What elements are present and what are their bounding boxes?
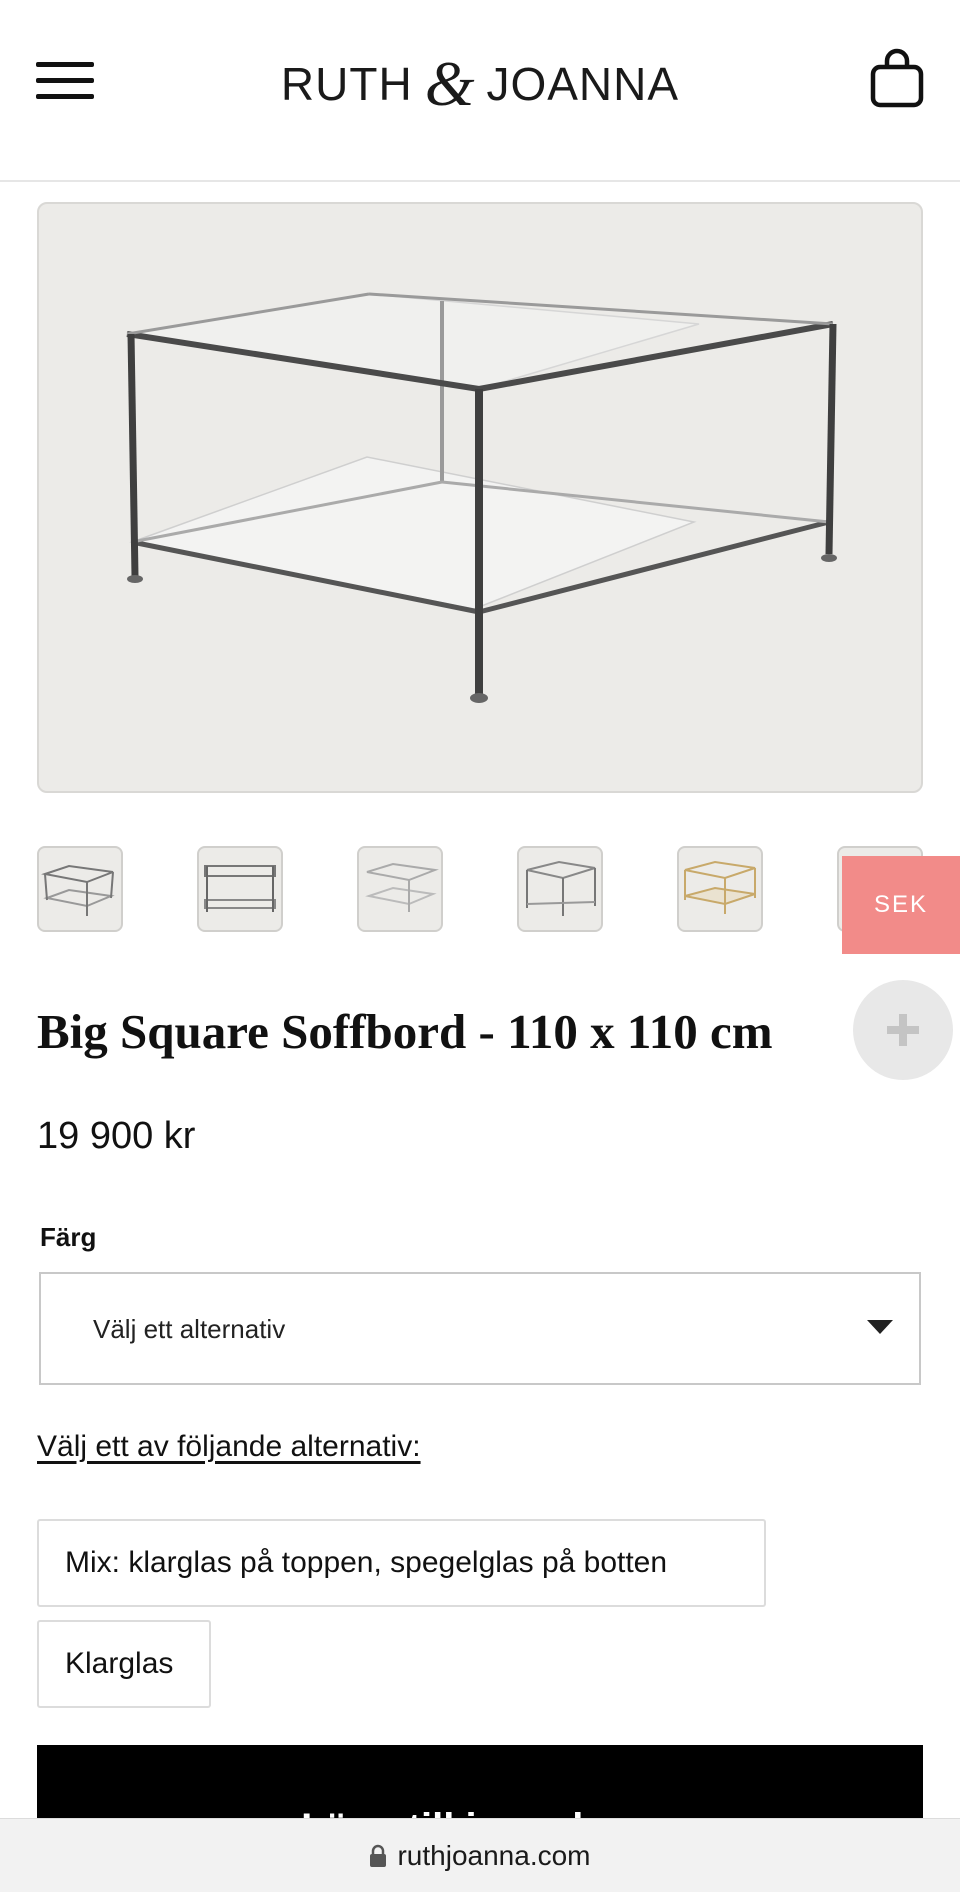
brand-logo[interactable]: RUTH & JOANNA — [275, 48, 685, 120]
plus-icon[interactable] — [853, 980, 953, 1080]
color-select-value: Välj ett alternativ — [93, 1314, 286, 1344]
product-price: 19 900 kr — [37, 1115, 196, 1157]
logo-word-left: RUTH — [280, 58, 413, 110]
product-title: Big Square Soffbord - 110 x 110 cm — [37, 1004, 773, 1059]
color-select-label: Färg — [40, 1222, 97, 1252]
thumbnail-2[interactable] — [197, 846, 283, 932]
logo-ampersand: & — [424, 48, 475, 119]
menu-line — [36, 62, 94, 67]
glass-table-illustration — [126, 292, 837, 703]
menu-line — [36, 94, 94, 99]
options-link[interactable]: Välj ett av följande alternativ: — [37, 1430, 421, 1464]
thumbnail-3[interactable] — [357, 846, 443, 932]
browser-url-bar[interactable]: ruthjoanna.com — [0, 1818, 960, 1892]
product-main-image[interactable] — [37, 202, 923, 793]
thumbnail-1[interactable] — [37, 846, 123, 932]
currency-button[interactable]: SEK — [842, 856, 960, 954]
chevron-down-icon — [867, 1320, 893, 1334]
thumbnail-5[interactable] — [677, 846, 763, 932]
lock-icon — [370, 1844, 387, 1867]
hamburger-menu-icon[interactable] — [36, 60, 94, 100]
option-mix-glass[interactable]: Mix: klarglas på toppen, spegelglas på b… — [37, 1519, 766, 1607]
logo-word-right: JOANNA — [486, 58, 680, 110]
thumbnail-strip — [37, 846, 923, 934]
color-select[interactable]: Välj ett alternativ — [39, 1272, 921, 1385]
site-header: RUTH & JOANNA — [0, 0, 960, 182]
option-clear-glass[interactable]: Klarglas — [37, 1620, 211, 1708]
menu-line — [36, 78, 94, 83]
url-text: ruthjoanna.com — [397, 1839, 591, 1871]
thumbnail-4[interactable] — [517, 846, 603, 932]
shopping-bag-icon[interactable] — [870, 48, 924, 108]
